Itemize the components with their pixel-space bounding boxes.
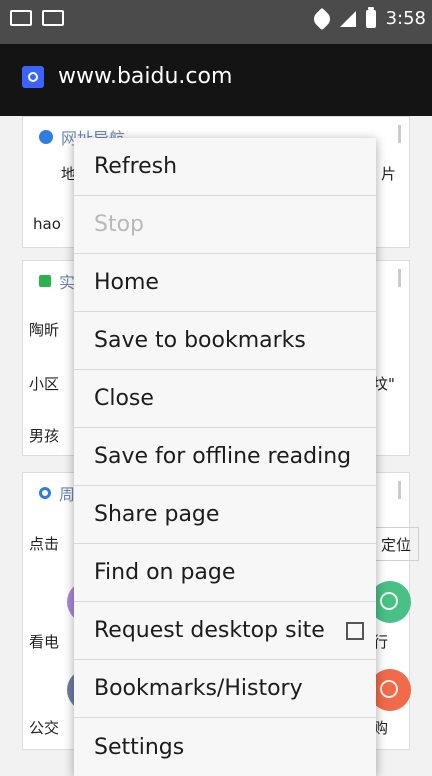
card3-label-left-1: 看电 <box>29 633 60 651</box>
status-right: 3:58 <box>310 6 426 30</box>
request-desktop-checkbox[interactable] <box>346 621 364 640</box>
more-icon[interactable] <box>398 269 401 287</box>
card3-left-text[interactable]: 点击 <box>29 533 59 554</box>
menu-item-stop[interactable]: Stop <box>74 196 376 254</box>
menu-item-save-for-offline-reading[interactable]: Save for offline reading <box>74 428 376 486</box>
card2-row-2-right[interactable]: 坟" <box>373 373 395 394</box>
menu-item-request-desktop-site[interactable]: Request desktop site <box>74 602 376 660</box>
battery-icon <box>365 6 376 28</box>
menu-item-settings[interactable]: Settings <box>74 718 376 776</box>
chat-icon <box>42 10 64 26</box>
url-bar[interactable]: www.baidu.com <box>0 44 432 116</box>
wifi-icon <box>310 7 333 30</box>
more-icon[interactable] <box>398 125 401 143</box>
signal-icon <box>339 10 356 27</box>
card1-right-text-1[interactable]: 片 <box>381 163 396 184</box>
globe-icon <box>39 130 53 144</box>
browser-overflow-menu: Refresh Stop Home Save to bookmarks Clos… <box>74 138 376 776</box>
more-icon[interactable] <box>398 481 401 499</box>
menu-item-save-to-bookmarks[interactable]: Save to bookmarks <box>74 312 376 370</box>
locate-button[interactable]: 定位 <box>373 527 419 561</box>
menu-item-close[interactable]: Close <box>74 370 376 428</box>
card3-title[interactable]: 周 <box>39 481 75 505</box>
menu-item-bookmarks-history[interactable]: Bookmarks/History <box>74 660 376 718</box>
card2-row-3[interactable]: 男孩 <box>29 425 59 446</box>
status-left-icons <box>10 10 64 26</box>
menu-item-share-page[interactable]: Share page <box>74 486 376 544</box>
card3-label-left-2: 公交 <box>29 719 60 737</box>
menu-item-refresh[interactable]: Refresh <box>74 138 376 196</box>
mail-icon <box>10 10 32 26</box>
news-icon <box>39 275 51 287</box>
card2-row-2[interactable]: 小区 <box>29 373 59 394</box>
status-bar: 3:58 <box>0 0 432 44</box>
card2-row-1[interactable]: 陶昕 <box>29 319 59 340</box>
site-favicon-icon <box>22 66 44 88</box>
card1-left-text-2[interactable]: hao <box>33 215 61 233</box>
url-text[interactable]: www.baidu.com <box>58 64 232 89</box>
clock: 3:58 <box>385 8 426 29</box>
card2-title[interactable]: 实 <box>39 269 75 293</box>
location-pin-icon <box>39 487 51 499</box>
menu-item-home[interactable]: Home <box>74 254 376 312</box>
menu-item-find-on-page[interactable]: Find on page <box>74 544 376 602</box>
